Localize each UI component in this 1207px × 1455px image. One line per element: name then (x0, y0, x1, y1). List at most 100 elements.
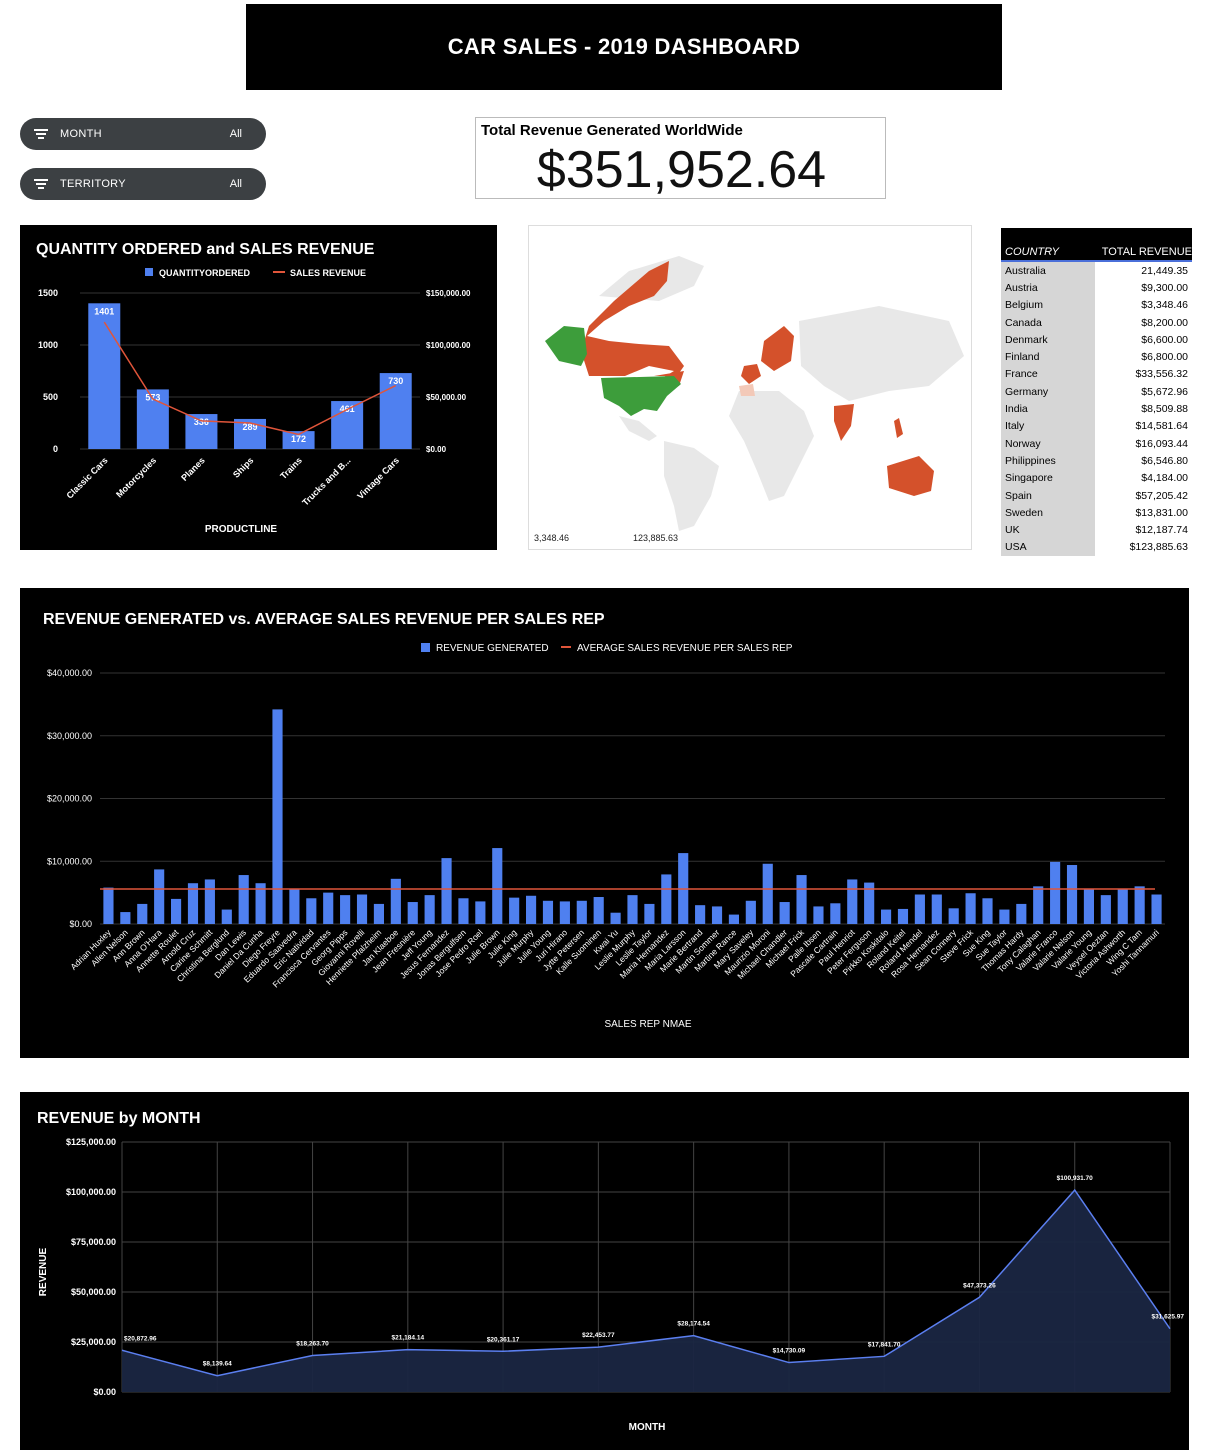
bar-revenue-generated (661, 874, 672, 924)
map-region-philippines (894, 418, 903, 438)
bar-revenue-generated (1117, 888, 1128, 924)
bar-value-label: 172 (291, 434, 306, 444)
revenue-by-month-chart: REVENUE by MONTH MONTH REVENUE $0.00 $25,… (20, 1092, 1189, 1450)
month-filter-label: MONTH (60, 128, 102, 140)
table-body: Australia 21,449.35 Austria $9,300.00 Belgiu… (1001, 262, 1192, 557)
country-cell: Germany (1001, 383, 1095, 401)
bar-revenue-generated (171, 898, 182, 924)
country-cell: Italy (1001, 417, 1095, 435)
revenue-month-svg: REVENUE by MONTH MONTH REVENUE $0.00 $25,… (37, 1110, 1184, 1433)
total-revenue-value: $351,952.64 (536, 141, 827, 199)
revenue-cell: $6,800.00 (1141, 351, 1188, 364)
map-region-asia (799, 306, 964, 401)
quantity-revenue-chart: QUANTITY ORDERED and SALES REVENUE QUANT… (20, 225, 497, 550)
bar-revenue-generated (272, 709, 283, 924)
bar-revenue-generated (881, 909, 892, 924)
country-cell: France (1001, 365, 1095, 384)
bar-revenue-generated (509, 897, 520, 924)
legend-label-revenue: SALES REVENUE (290, 268, 366, 278)
bar-revenue-generated (762, 863, 773, 924)
x-axis-label: SALES REP NMAE (604, 1019, 691, 1030)
bar-revenue-generated (948, 908, 959, 924)
y-axis-label: REVENUE (38, 1248, 49, 1297)
map-region-australia (887, 456, 934, 496)
data-label: $31,625.97 (1151, 1314, 1184, 1321)
country-cell: Spain (1001, 486, 1095, 505)
bar-revenue-generated (965, 893, 976, 924)
x-tick-label: Trucks and B... (300, 455, 352, 507)
revenue-area-fill (122, 1190, 1170, 1392)
chart-title: REVENUE GENERATED vs. AVERAGE SALES REVE… (43, 611, 605, 628)
table-row: Sweden $13,831.00 (1001, 504, 1192, 522)
table-row: Austria $9,300.00 (1001, 279, 1192, 297)
bar-revenue-generated (103, 887, 114, 924)
map-region-mexico (619, 416, 657, 441)
table-row: Italy $14,581.64 (1001, 417, 1192, 435)
header-total-revenue[interactable]: TOTAL REVENUE (1095, 246, 1192, 260)
country-cell: Philippines (1001, 452, 1095, 470)
data-label: $21,184.14 (392, 1335, 425, 1342)
y-tick: $125,000.00 (66, 1137, 116, 1147)
country-cell: Singapore (1001, 469, 1095, 487)
bar-revenue-generated (1016, 903, 1027, 924)
y-tick: $40,000.00 (47, 668, 92, 678)
table-row: USA $123,885.63 (1001, 538, 1192, 557)
revenue-cell: $14,581.64 (1135, 420, 1188, 433)
x-tick-label: Vintage Cars (355, 455, 401, 501)
bar-revenue-generated (306, 898, 317, 924)
sales-rep-revenue-chart: REVENUE GENERATED vs. AVERAGE SALES REVE… (20, 588, 1189, 1058)
bar-quantity (88, 303, 121, 449)
bar-revenue-generated (424, 895, 435, 924)
bar-revenue-generated (644, 903, 655, 924)
table-row: Belgium $3,348.46 (1001, 296, 1192, 314)
data-label: $100,931.70 (1057, 1175, 1094, 1182)
total-revenue-scorecard: Total Revenue Generated WorldWide $351,9… (475, 117, 886, 199)
bar-revenue-generated (559, 901, 570, 924)
data-label: $47,373.26 (963, 1282, 996, 1289)
revenue-cell: $3,348.46 (1141, 299, 1188, 312)
country-cell: Austria (1001, 279, 1095, 297)
bar-revenue-generated (137, 903, 148, 924)
bar-revenue-generated (373, 903, 384, 924)
y-tick: $20,000.00 (47, 794, 92, 804)
y-right-tick: $50,000.00 (426, 393, 467, 402)
bar-revenue-generated (340, 895, 351, 924)
bar-value-label: 730 (388, 376, 403, 386)
header-country[interactable]: COUNTRY (1001, 246, 1095, 260)
bar-revenue-generated (238, 875, 249, 924)
y-left-tick: 500 (43, 392, 58, 402)
revenue-cell: $13,831.00 (1135, 506, 1188, 519)
bar-revenue-generated (627, 895, 638, 924)
data-label: $22,453.77 (582, 1332, 615, 1339)
country-cell: Canada (1001, 313, 1095, 332)
legend-label-quantity: QUANTITYORDERED (159, 268, 251, 278)
bar-revenue-generated (897, 908, 909, 924)
table-row: Canada $8,200.00 (1001, 313, 1192, 332)
country-cell: Sweden (1001, 504, 1095, 522)
y-left-tick: 1500 (38, 288, 58, 298)
bar-revenue-generated (120, 912, 131, 924)
territory-filter[interactable]: TERRITORY All (20, 168, 266, 200)
table-row: Denmark $6,600.00 (1001, 331, 1192, 349)
y-tick: $0.00 (93, 1387, 116, 1397)
y-left-tick: 0 (53, 444, 58, 454)
map-legend-min: 3,348.46 (534, 533, 569, 543)
filter-icon (32, 129, 50, 139)
x-tick-label: Classic Cars (64, 455, 109, 500)
revenue-geo-map[interactable]: 3,348.46 123,885.63 (528, 225, 972, 550)
bar-revenue-generated (610, 912, 621, 924)
revenue-cell: $8,509.88 (1141, 403, 1188, 416)
bar-revenue-generated (390, 878, 401, 924)
month-filter[interactable]: MONTH All (20, 118, 266, 150)
legend-swatch-quantity (145, 268, 153, 276)
revenue-cell: $12,187.74 (1135, 524, 1188, 537)
revenue-cell: $16,093.44 (1135, 437, 1188, 450)
y-right-tick: $0.00 (426, 445, 447, 454)
total-revenue-label: Total Revenue Generated WorldWide (481, 122, 743, 139)
bar-revenue-generated (1033, 886, 1044, 924)
x-tick-label: Planes (179, 455, 207, 483)
revenue-cell: $6,546.80 (1141, 454, 1188, 467)
y-right-tick: $100,000.00 (426, 341, 471, 350)
bar-revenue-generated (796, 875, 807, 924)
table-row: Finland $6,800.00 (1001, 348, 1192, 366)
